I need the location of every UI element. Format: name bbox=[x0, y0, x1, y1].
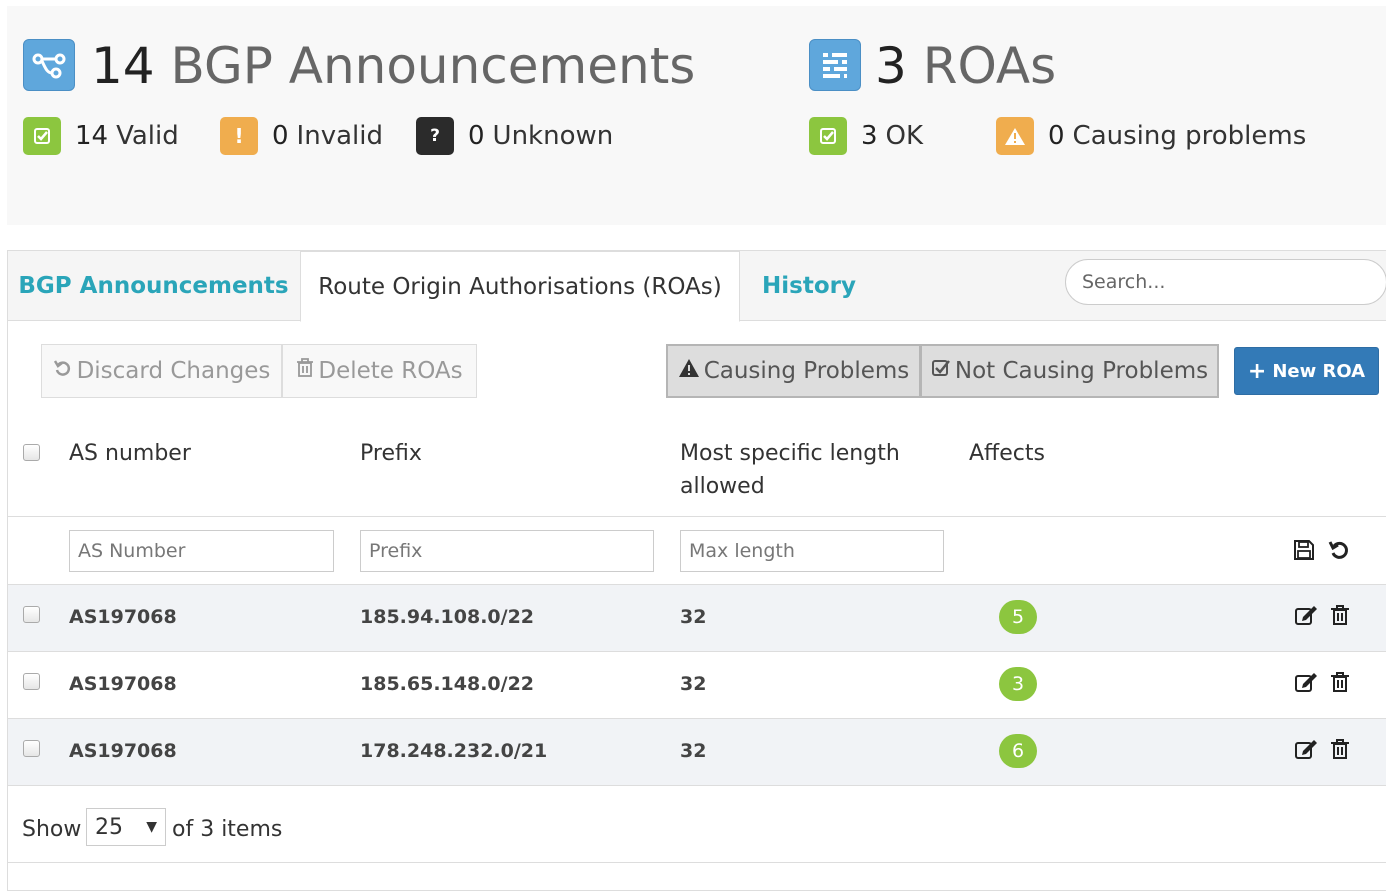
roa-count: 3 bbox=[875, 37, 907, 95]
max-length-input[interactable] bbox=[680, 530, 944, 572]
max-length-header-line2: allowed bbox=[680, 474, 765, 499]
divider bbox=[8, 862, 1386, 863]
prefix-input[interactable] bbox=[360, 530, 654, 572]
roa-label: ROAs bbox=[922, 37, 1057, 95]
row-checkbox[interactable] bbox=[23, 606, 40, 623]
discard-changes-button[interactable]: Discard Changes bbox=[41, 344, 282, 398]
warning-icon bbox=[996, 117, 1034, 155]
prefix-cell: 185.94.108.0/22 bbox=[360, 606, 535, 628]
edit-icon[interactable] bbox=[1294, 671, 1318, 695]
as-number-cell: AS197068 bbox=[69, 673, 177, 695]
bgp-status-unknown: ? 0 Unknown bbox=[416, 117, 613, 155]
plus-icon: + bbox=[1247, 358, 1267, 384]
tab-bgp-announcements[interactable]: BGP Announcements bbox=[8, 251, 299, 321]
valid-count: 14 bbox=[75, 121, 109, 151]
tab-bar: BGP Announcements Route Origin Authorisa… bbox=[8, 251, 1386, 322]
ok-count: 3 bbox=[861, 121, 878, 151]
as-number-input[interactable] bbox=[69, 530, 334, 572]
bgp-status-invalid: ! 0 Invalid bbox=[220, 117, 383, 155]
select-all-checkbox[interactable] bbox=[23, 444, 40, 461]
tab-roas[interactable]: Route Origin Authorisations (ROAs) bbox=[300, 251, 740, 322]
check-square-icon bbox=[809, 117, 847, 155]
affects-badge[interactable]: 3 bbox=[999, 667, 1037, 701]
causing-count: 0 bbox=[1048, 121, 1065, 151]
affects-badge[interactable]: 5 bbox=[999, 600, 1037, 634]
undo-icon[interactable] bbox=[1328, 539, 1352, 563]
question-icon: ? bbox=[416, 117, 454, 155]
affects-badge[interactable]: 6 bbox=[999, 734, 1037, 768]
undo-icon bbox=[53, 358, 73, 384]
caret-down-icon: ▼ bbox=[146, 819, 157, 835]
column-header-prefix[interactable]: Prefix bbox=[360, 437, 422, 470]
trash-icon bbox=[296, 358, 314, 384]
max-length-cell: 32 bbox=[680, 673, 707, 695]
roa-summary-title: 3 ROAs bbox=[875, 38, 1056, 94]
summary-panel: 14 BGP Announcements 14 Valid ! 0 Invali… bbox=[7, 6, 1386, 225]
table-row: AS197068 185.65.148.0/22 32 3 bbox=[8, 651, 1386, 718]
row-checkbox[interactable] bbox=[23, 673, 40, 690]
causing-filter-label: Causing Problems bbox=[703, 358, 910, 384]
column-header-as-number[interactable]: AS number bbox=[69, 437, 191, 470]
edit-icon[interactable] bbox=[1294, 738, 1318, 762]
tab-history[interactable]: History bbox=[741, 251, 877, 321]
delete-label: Delete ROAs bbox=[318, 358, 463, 384]
delete-roas-button[interactable]: Delete ROAs bbox=[282, 344, 477, 398]
trash-icon[interactable] bbox=[1330, 738, 1354, 762]
causing-label: Causing problems bbox=[1072, 121, 1307, 151]
search-input[interactable] bbox=[1065, 259, 1386, 305]
not-causing-problems-filter-button[interactable]: Not Causing Problems bbox=[920, 344, 1219, 398]
ok-label: OK bbox=[885, 121, 924, 151]
invalid-count: 0 bbox=[272, 121, 289, 151]
bgp-status-valid: 14 Valid bbox=[23, 117, 179, 155]
roa-status-ok: 3 OK bbox=[809, 117, 923, 155]
check-square-icon bbox=[23, 117, 61, 155]
causing-problems-filter-button[interactable]: Causing Problems bbox=[666, 344, 921, 398]
max-length-cell: 32 bbox=[680, 740, 707, 762]
bgp-count: 14 bbox=[91, 37, 155, 95]
new-roa-button[interactable]: + New ROA bbox=[1234, 347, 1379, 395]
route-icon bbox=[23, 39, 75, 91]
as-number-cell: AS197068 bbox=[69, 606, 177, 628]
discard-label: Discard Changes bbox=[76, 358, 271, 384]
pager-total-label: of 3 items bbox=[172, 817, 283, 842]
pager-show-label: Show bbox=[22, 817, 82, 842]
valid-label: Valid bbox=[116, 121, 179, 151]
prefix-cell: 178.248.232.0/21 bbox=[360, 740, 548, 762]
edit-icon[interactable] bbox=[1294, 604, 1318, 628]
trash-icon[interactable] bbox=[1330, 604, 1354, 628]
warning-icon bbox=[678, 358, 700, 384]
exclamation-icon: ! bbox=[220, 117, 258, 155]
invalid-label: Invalid bbox=[296, 121, 383, 151]
max-length-cell: 32 bbox=[680, 606, 707, 628]
divider bbox=[8, 785, 1386, 786]
bgp-label: BGP Announcements bbox=[170, 37, 696, 95]
list-sliders-icon bbox=[809, 39, 861, 91]
bgp-summary-title: 14 BGP Announcements bbox=[91, 38, 695, 94]
page-size-select[interactable]: 25 ▼ bbox=[86, 808, 166, 846]
page-size-value: 25 bbox=[95, 814, 123, 840]
as-number-cell: AS197068 bbox=[69, 740, 177, 762]
check-square-icon bbox=[931, 358, 951, 384]
roa-status-causing-problems: 0 Causing problems bbox=[996, 117, 1306, 155]
row-checkbox[interactable] bbox=[23, 740, 40, 757]
max-length-header-line1: Most specific length bbox=[680, 441, 900, 466]
divider bbox=[8, 516, 1386, 517]
new-roa-label: New ROA bbox=[1272, 360, 1366, 382]
not-causing-filter-label: Not Causing Problems bbox=[954, 358, 1209, 384]
column-header-affects[interactable]: Affects bbox=[969, 437, 1045, 470]
save-icon[interactable] bbox=[1293, 539, 1317, 563]
unknown-label: Unknown bbox=[492, 121, 614, 151]
tab-label: Route Origin Authorisations (ROAs) bbox=[318, 273, 722, 300]
column-header-max-length[interactable]: Most specific length allowed bbox=[680, 437, 900, 503]
table-row: AS197068 178.248.232.0/21 32 6 bbox=[8, 718, 1386, 785]
tab-label: History bbox=[762, 273, 856, 299]
tab-label: BGP Announcements bbox=[18, 273, 289, 299]
trash-icon[interactable] bbox=[1330, 671, 1354, 695]
roa-panel: BGP Announcements Route Origin Authorisa… bbox=[7, 250, 1386, 891]
unknown-count: 0 bbox=[468, 121, 485, 151]
prefix-cell: 185.65.148.0/22 bbox=[360, 673, 535, 695]
table-row: AS197068 185.94.108.0/22 32 5 bbox=[8, 584, 1386, 651]
